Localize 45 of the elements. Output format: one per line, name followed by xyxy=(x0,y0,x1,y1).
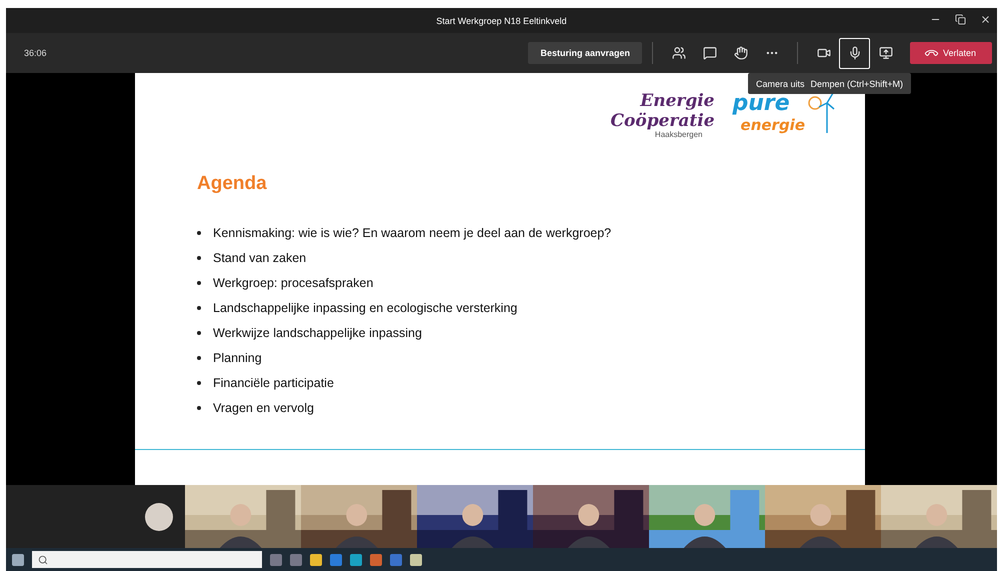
taskbar-icon[interactable] xyxy=(410,554,422,566)
avatar-icon xyxy=(145,502,173,530)
call-timer: 36:06 xyxy=(24,48,47,58)
camera-icon xyxy=(816,46,830,60)
restore-icon[interactable] xyxy=(955,14,966,25)
logo-text: Coöperatie xyxy=(610,111,715,131)
search-icon xyxy=(38,554,48,564)
agenda-item: Financiële participatie xyxy=(213,375,334,391)
close-icon[interactable] xyxy=(980,14,991,25)
tooltip-text: Dempen (Ctrl+Shift+M) xyxy=(810,78,904,88)
start-icon[interactable] xyxy=(12,554,24,566)
taskbar-icon[interactable] xyxy=(370,554,382,566)
window-title: Start Werkgroep N18 Eeltinkveld xyxy=(436,16,567,26)
bullet-icon xyxy=(197,406,201,410)
agenda-item: Werkgroep: procesafspraken xyxy=(213,275,374,291)
bullet-icon xyxy=(197,331,201,335)
bullet-icon xyxy=(197,381,201,385)
bullet-icon xyxy=(197,281,201,285)
search-field[interactable] xyxy=(32,551,262,568)
agenda-item: Werkwijze landschappelijke inpassing xyxy=(213,325,422,341)
bullet-icon xyxy=(197,356,201,360)
chat-icon xyxy=(702,46,716,60)
bullet-icon xyxy=(197,231,201,235)
logo-text: energie xyxy=(740,116,805,134)
leave-button[interactable]: Verlaten xyxy=(910,42,992,64)
hand-icon xyxy=(734,46,748,60)
request-control-button[interactable]: Besturing aanvragen xyxy=(528,42,642,64)
microphone-icon xyxy=(848,46,862,60)
slide-title: Agenda xyxy=(197,173,268,195)
bullet-icon xyxy=(197,256,201,260)
logo-text: Energie xyxy=(640,91,715,111)
people-icon xyxy=(672,46,686,60)
bullet-icon xyxy=(197,306,201,310)
tooltip-text: Camera uits xyxy=(756,78,805,88)
taskbar-icon[interactable] xyxy=(310,554,322,566)
logo-text: Haaksbergen xyxy=(654,131,703,139)
agenda-item: Vragen en vervolg xyxy=(213,400,314,416)
agenda-item: Planning xyxy=(213,350,262,366)
taskbar-icon[interactable] xyxy=(350,554,362,566)
logo-text: pure xyxy=(732,91,791,116)
agenda-item: Kennismaking: wie is wie? En waarom neem je deel aan de werkgroep? xyxy=(213,225,612,241)
agenda-item: Stand van zaken xyxy=(213,250,306,266)
share-screen-icon xyxy=(878,46,892,60)
mic-button[interactable] xyxy=(839,38,870,68)
agenda-item: Landschappelijke inpassing en ecologische versterking xyxy=(213,300,518,316)
